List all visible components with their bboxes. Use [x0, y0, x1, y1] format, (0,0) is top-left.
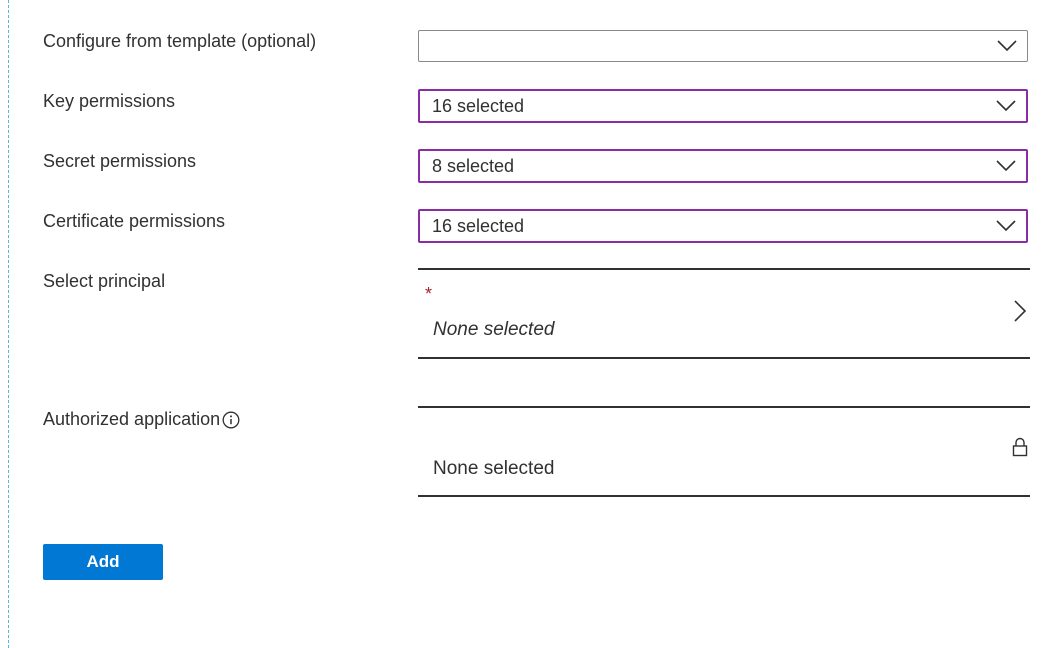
- chevron-down-icon: [996, 220, 1016, 232]
- secret-permissions-value: 8 selected: [432, 155, 515, 176]
- chevron-right-icon: [1014, 300, 1026, 322]
- key-permissions-value: 16 selected: [432, 95, 525, 116]
- certificate-permissions-label: Certificate permissions: [43, 211, 225, 232]
- authorized-application-value: None selected: [433, 458, 555, 479]
- access-policy-form: Configure from template (optional) Key p…: [0, 0, 1056, 648]
- chevron-down-icon: [996, 160, 1016, 172]
- info-icon[interactable]: [222, 411, 240, 429]
- certificate-permissions-value: 16 selected: [432, 215, 525, 236]
- chevron-down-icon: [997, 40, 1017, 52]
- select-principal-label: Select principal: [43, 271, 165, 292]
- select-principal-label-text: Select principal: [43, 271, 166, 291]
- certificate-permissions-label-text: Certificate permissions: [43, 211, 226, 231]
- certificate-permissions-dropdown[interactable]: 16 selected: [418, 209, 1028, 243]
- key-permissions-label-text: Key permissions: [43, 91, 176, 111]
- authorized-application-label: Authorized application: [43, 409, 240, 430]
- key-permissions-label: Key permissions: [43, 91, 175, 112]
- authorized-application-picker: None selected: [418, 406, 1030, 497]
- template-label-text: Configure from template (optional): [43, 31, 317, 51]
- lock-icon: [1012, 437, 1028, 457]
- select-principal-picker[interactable]: * None selected: [418, 268, 1030, 359]
- chevron-down-icon: [996, 100, 1016, 112]
- key-permissions-dropdown[interactable]: 16 selected: [418, 89, 1028, 123]
- principal-value: None selected: [433, 319, 555, 340]
- authorized-application-label-text: Authorized application: [43, 409, 221, 429]
- add-button[interactable]: Add: [43, 544, 163, 580]
- secret-permissions-dropdown[interactable]: 8 selected: [418, 149, 1028, 183]
- secret-permissions-label: Secret permissions: [43, 151, 196, 172]
- panel-divider: [8, 0, 9, 648]
- required-indicator: *: [425, 284, 433, 304]
- template-label: Configure from template (optional): [43, 31, 316, 52]
- template-dropdown[interactable]: [418, 30, 1028, 62]
- secret-permissions-label-text: Secret permissions: [43, 151, 197, 171]
